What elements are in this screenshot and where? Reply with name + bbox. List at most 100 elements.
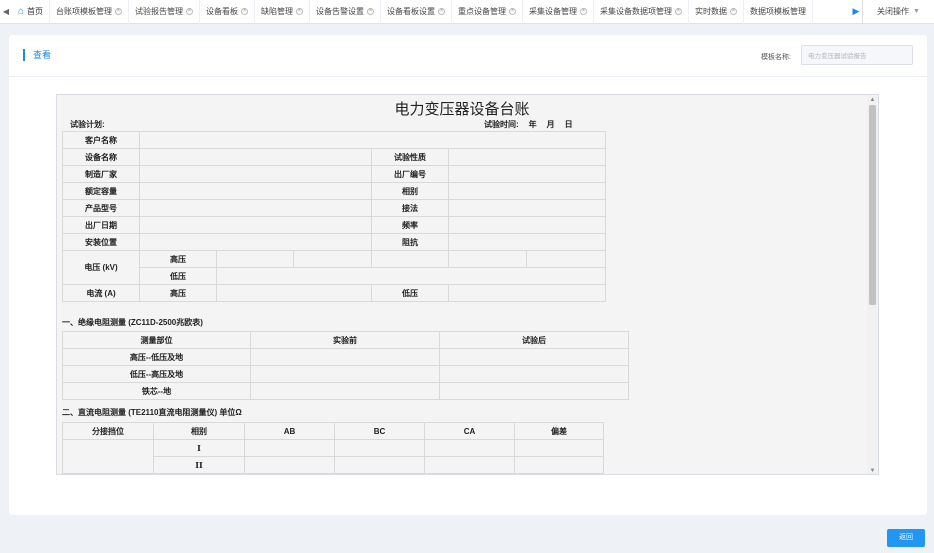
tab-realtime-data[interactable]: 实时数据 × <box>689 0 745 24</box>
tab-label: 采集设备数据项管理 <box>600 7 673 16</box>
tab-label: 数据项模板管理 <box>750 7 807 16</box>
insulation-section-title: 一、绝缘电阻测量 (ZC11D-2500兆欧表) <box>62 318 203 327</box>
tab-label: 采集设备管理 <box>529 7 578 16</box>
table-cell: 电流 (A) <box>62 284 140 302</box>
table-cell: 阻抗 <box>371 233 449 251</box>
tab-collect-data-items[interactable]: 采集设备数据项管理 × <box>594 0 690 24</box>
home-icon: ⌂ <box>18 6 25 17</box>
tab-label: 缺陷管理 <box>261 7 294 16</box>
column-header: 相别 <box>153 422 245 440</box>
table-row: 铁芯--地 <box>62 382 629 400</box>
table-cell: II <box>153 456 245 474</box>
tab-label: 重点设备管理 <box>458 7 507 16</box>
table-cell: 电压 (kV) <box>62 250 140 285</box>
tab-board-settings[interactable]: 设备看板设置 × <box>381 0 453 24</box>
tab-collect-devices[interactable]: 采集设备管理 × <box>523 0 595 24</box>
table-row: 制造厂家 出厂编号 <box>62 165 607 183</box>
close-icon[interactable]: × <box>730 8 738 15</box>
day-label: 日 <box>564 120 573 129</box>
table-cell: 试验性质 <box>371 148 449 166</box>
test-plan-label: 试验计划: <box>70 120 105 129</box>
table-row: 电流 (A) 高压 低压 <box>62 284 607 302</box>
table-row: 设备名称 试验性质 <box>62 148 607 166</box>
insulation-table: 测量部位 实验前 试验后 高压--低压及地 低压--高压及地 铁芯--地 <box>62 331 629 400</box>
close-icon[interactable]: × <box>186 8 194 15</box>
column-header: 分接挡位 <box>62 422 154 440</box>
table-cell: 设备名称 <box>62 148 140 166</box>
close-icon[interactable]: × <box>509 8 517 15</box>
tab-test-report[interactable]: 试验报告管理 × <box>129 0 201 24</box>
tab-label: 设备看板 <box>206 7 239 16</box>
table-cell: 安装位置 <box>62 233 140 251</box>
table-cell: 客户名称 <box>62 131 140 149</box>
close-icon[interactable]: × <box>296 8 304 15</box>
table-row: 额定容量 相别 <box>62 182 607 200</box>
tab-home[interactable]: ⌂ 首页 <box>12 0 51 24</box>
table-row: 低压 <box>63 267 607 285</box>
tab-label: 实时数据 <box>695 7 728 16</box>
table-cell: 高压 <box>139 250 217 268</box>
scroll-down-icon[interactable]: ▼ <box>867 466 878 474</box>
document-preview[interactable]: 电力变压器设备台账 试验计划: 试验时间: 年月日 客户名称 设备名称 试验性质 制… <box>56 94 879 475</box>
document-title: 电力变压器设备台账 <box>394 100 530 118</box>
tab-data-item-template[interactable]: 数据项模板管理 <box>744 0 814 24</box>
table-cell: 铁芯--地 <box>62 382 251 400</box>
vertical-scrollbar[interactable]: ▲ ▼ <box>867 95 878 474</box>
main-panel: 查看 模板名称: 电力变压器设备台账 试验计划: 试验时间: 年月日 客户名称 设… <box>9 35 927 515</box>
table-cell: 产品型号 <box>62 199 140 217</box>
close-icon[interactable]: × <box>580 8 588 15</box>
tab-ledger-template[interactable]: 台账项模板管理 × <box>50 0 130 24</box>
tab-scroll-left-icon[interactable]: ◀ <box>0 0 12 24</box>
panel-header: 查看 模板名称: <box>9 35 927 77</box>
tab-label: 台账项模板管理 <box>56 7 113 16</box>
tab-scroll-right-icon[interactable]: ▶ <box>850 0 862 24</box>
table-cell: 低压--高压及地 <box>62 365 251 383</box>
close-icon[interactable]: × <box>241 8 249 15</box>
table-cell: 低压 <box>139 267 217 285</box>
table-row: 低压--高压及地 <box>62 365 629 383</box>
scroll-up-icon[interactable]: ▲ <box>867 95 878 105</box>
column-header: 实验前 <box>250 331 440 349</box>
scrollbar-thumb[interactable] <box>869 105 876 305</box>
chevron-down-icon: ▼ <box>913 8 920 15</box>
table-row: 出厂日期 频率 <box>62 216 607 234</box>
table-cell: 高压--低压及地 <box>62 348 251 366</box>
test-time: 试验时间: 年月日 <box>484 119 573 130</box>
table-cell: 低压 <box>371 284 449 302</box>
table-cell: 频率 <box>371 216 449 234</box>
table-cell: I <box>153 439 245 457</box>
tab-alarm-settings[interactable]: 设备告警设置 × <box>310 0 382 24</box>
template-name-field[interactable] <box>801 45 913 65</box>
table-row: 分接挡位 相别 AB BC CA 偏差 <box>62 422 604 440</box>
table-row: I <box>62 439 604 474</box>
dc-resistance-section-title: 二、直流电阻测量 (TE2110直流电阻测量仪) 单位Ω <box>62 408 242 417</box>
tab-defect[interactable]: 缺陷管理 × <box>255 0 311 24</box>
column-header: AB <box>244 422 335 440</box>
tab-label: 设备告警设置 <box>316 7 365 16</box>
tab-key-devices[interactable]: 重点设备管理 × <box>452 0 524 24</box>
close-icon[interactable]: × <box>438 8 446 15</box>
table-row: 安装位置 阻抗 <box>62 233 607 251</box>
close-icon[interactable]: × <box>675 8 683 15</box>
test-time-label: 试验时间: <box>484 120 519 129</box>
column-header: 偏差 <box>514 422 604 440</box>
close-icon[interactable]: × <box>115 8 123 15</box>
return-button[interactable]: 返回 <box>887 529 925 547</box>
close-icon[interactable]: × <box>367 8 375 15</box>
close-operations-menu[interactable]: 关闭操作 ▼ <box>862 0 934 24</box>
table-cell: 高压 <box>139 284 217 302</box>
table-cell: 接法 <box>371 199 449 217</box>
table-cell: 出厂编号 <box>371 165 449 183</box>
month-label: 月 <box>546 120 555 129</box>
table-cell: 额定容量 <box>62 182 140 200</box>
close-ops-label: 关闭操作 <box>877 7 910 16</box>
column-header: 测量部位 <box>62 331 251 349</box>
year-label: 年 <box>528 120 537 129</box>
device-info-table: 客户名称 设备名称 试验性质 制造厂家 出厂编号 额定容量 相别 产品型号 接法 出厂日… <box>62 131 607 302</box>
column-header: CA <box>424 422 515 440</box>
table-row: 客户名称 <box>62 131 607 149</box>
table-cell: 出厂日期 <box>62 216 140 234</box>
document-page: 电力变压器设备台账 试验计划: 试验时间: 年月日 客户名称 设备名称 试验性质 制… <box>57 95 867 474</box>
table-cell: 制造厂家 <box>62 165 140 183</box>
tab-device-board[interactable]: 设备看板 × <box>200 0 256 24</box>
